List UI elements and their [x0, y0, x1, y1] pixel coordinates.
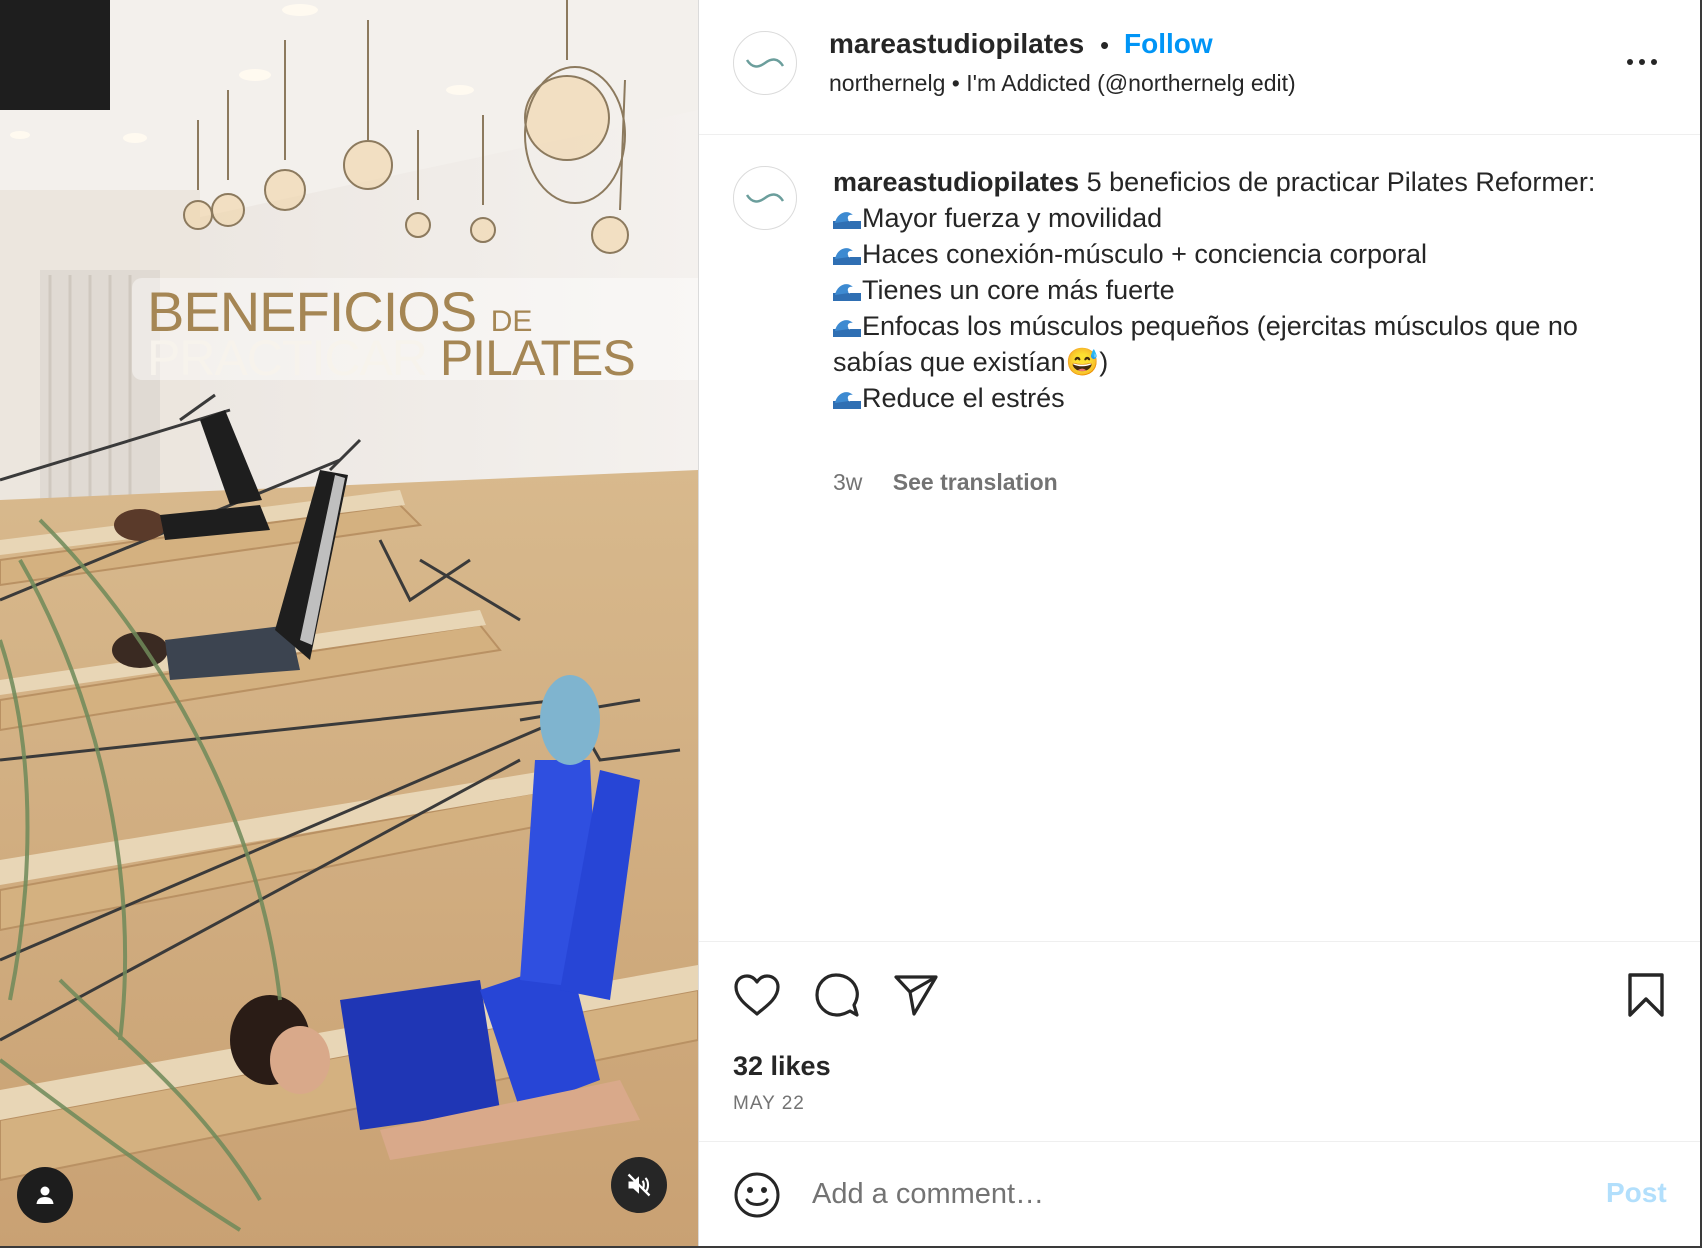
caption-point-text: Reduce el estrés: [862, 383, 1065, 413]
share-button[interactable]: [891, 970, 941, 1020]
like-button[interactable]: [732, 970, 782, 1020]
post-video[interactable]: BENEFICIOS DE PRACTICAR PILATES: [0, 0, 698, 1248]
overlay-title-line-2: PRACTICAR PILATES: [147, 330, 636, 386]
header-separator-dot: •: [1100, 30, 1110, 60]
marea-wave-logo-icon: [745, 193, 785, 203]
wave-emoji-icon: [833, 212, 861, 229]
marea-wave-logo-icon: [745, 58, 785, 68]
person-tag-icon: [36, 1186, 54, 1204]
post-header: mareastudiopilates: [699, 0, 1700, 135]
save-button[interactable]: [1624, 970, 1668, 1020]
comment-bubble-icon: [815, 973, 859, 1017]
media-divider: [698, 0, 699, 1248]
caption-point: Mayor fuerza y movilidad: [833, 203, 1162, 233]
bookmark-icon: [1628, 973, 1664, 1017]
comment-input[interactable]: [812, 1172, 1572, 1216]
audio-attribution[interactable]: northernelg • I'm Addicted (@northernelg…: [829, 70, 1296, 97]
pilates-studio-video-frame: [0, 0, 698, 1248]
comment-button[interactable]: [812, 970, 862, 1020]
caption-point-text: Haces conexión-músculo + conciencia corp…: [862, 239, 1428, 269]
post-comment-button[interactable]: Post: [1606, 1177, 1667, 1209]
smiley-icon: [734, 1172, 780, 1218]
tagged-people-button[interactable]: [17, 1167, 73, 1223]
emoji-picker-button[interactable]: [732, 1170, 782, 1220]
overlay-word-pilates: PILATES: [439, 330, 636, 386]
post-age[interactable]: 3w: [833, 469, 862, 495]
overlay-word-practicar: PRACTICAR: [147, 330, 428, 386]
more-options-icon[interactable]: [1624, 50, 1660, 74]
profile-avatar[interactable]: [733, 31, 797, 95]
caption-username[interactable]: mareastudiopilates: [833, 167, 1079, 197]
header-username[interactable]: mareastudiopilates: [829, 28, 1084, 60]
caption-meta: 3w See translation: [833, 469, 1058, 496]
wave-emoji-icon: [833, 320, 861, 337]
mute-toggle-button[interactable]: [611, 1157, 667, 1213]
caption-point: Haces conexión-músculo + conciencia corp…: [833, 239, 1427, 269]
caption-point: Reduce el estrés: [833, 383, 1065, 413]
caption-intro: 5 beneficios de practicar Pilates Reform…: [1086, 167, 1596, 197]
caption-point-text: Mayor fuerza y movilidad: [862, 203, 1163, 233]
caption-point: Tienes un core más fuerte: [833, 275, 1175, 305]
caption-point-text: Tienes un core más fuerte: [862, 275, 1175, 305]
like-count[interactable]: 32 likes: [733, 1051, 831, 1082]
paper-plane-icon: [894, 975, 938, 1016]
caption-point: Enfocas los músculos pequeños (ejercitas…: [833, 311, 1578, 377]
caption-avatar[interactable]: [733, 166, 797, 230]
follow-button[interactable]: Follow: [1124, 28, 1213, 60]
muted-speaker-icon: [627, 1173, 651, 1197]
instagram-post-window: BENEFICIOS DE PRACTICAR PILATES mareastu…: [0, 0, 1702, 1248]
actions-divider: [699, 941, 1700, 942]
post-date: MAY 22: [733, 1093, 805, 1114]
caption-point-text: Enfocas los músculos pequeños (ejercitas…: [833, 311, 1578, 377]
comment-divider: [699, 1141, 1700, 1142]
post-caption: mareastudiopilates 5 beneficios de pract…: [833, 164, 1653, 416]
heart-icon: [734, 974, 780, 1016]
wave-emoji-icon: [833, 248, 861, 265]
wave-emoji-icon: [833, 392, 861, 409]
see-translation-button[interactable]: See translation: [893, 469, 1058, 495]
wave-emoji-icon: [833, 284, 861, 301]
